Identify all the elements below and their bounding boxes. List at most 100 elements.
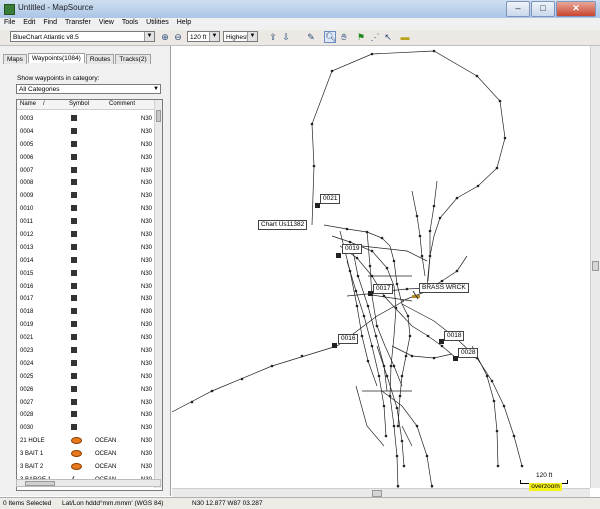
scroll-thumb[interactable] [156, 110, 161, 122]
waypoint-square-icon [71, 347, 77, 354]
list-item[interactable]: 21 HOLE OCEAN N30 [17, 435, 154, 448]
waypoint-comment: OCEAN [95, 438, 117, 445]
waypoint-square-icon [71, 153, 77, 160]
list-item[interactable]: 0009 N30 [17, 190, 154, 203]
list-item[interactable]: 3 BAIT 1 OCEAN N30 [17, 448, 154, 461]
scroll-thumb[interactable] [592, 261, 599, 271]
zoom-in-icon[interactable]: ⊕ [160, 32, 170, 42]
zoom-out-icon[interactable]: ⊖ [173, 32, 183, 42]
list-item[interactable]: 0010 N30 [17, 203, 154, 216]
list-item[interactable]: 0012 N30 [17, 229, 154, 242]
waypoint-latitude: N30 [141, 206, 153, 213]
waypoint-name: 3 BAIT 2 [20, 464, 44, 471]
map-product-select[interactable]: BlueChart Atlantic v8.5 ▼ [10, 31, 155, 42]
waypoint-latitude: N30 [141, 451, 153, 458]
menu-utilities[interactable]: Utilities [142, 18, 173, 30]
list-item[interactable]: 0025 N30 [17, 371, 154, 384]
list-item[interactable]: 0014 N30 [17, 255, 154, 268]
waypoint-name: 0011 [20, 219, 33, 226]
scroll-thumb[interactable] [25, 481, 55, 486]
map-label-0018[interactable]: 0018 [444, 331, 465, 341]
waypoint-square-icon [71, 308, 77, 315]
map-label-0021[interactable]: 0021 [320, 194, 341, 204]
send-to-device-icon[interactable]: ⇪ [268, 32, 278, 42]
tab-tracks[interactable]: Tracks(2) [115, 54, 151, 64]
maximize-button[interactable]: □ [531, 1, 555, 17]
list-item[interactable]: 0026 N30 [17, 384, 154, 397]
map-label-0017[interactable]: 0017 [373, 284, 394, 294]
list-item[interactable]: 3 BAIT 2 OCEAN N30 [17, 461, 154, 474]
select-arrow-icon[interactable]: ↖ [383, 32, 393, 42]
waypoint-latitude: N30 [141, 335, 153, 342]
waypoint-name: 0009 [20, 193, 34, 200]
minimize-button[interactable]: – [506, 1, 530, 17]
list-item[interactable]: 0015 N30 [17, 268, 154, 281]
map-view[interactable]: Chart Us11382 0021 0019 0017 0016 0018 0… [172, 46, 590, 488]
zoom-tool-icon[interactable]: 🔍︎ [324, 31, 336, 43]
list-item[interactable]: 0008 N30 [17, 177, 154, 190]
list-item[interactable]: 0024 N30 [17, 358, 154, 371]
close-button[interactable]: ✕ [556, 1, 596, 17]
route-tool-icon[interactable]: ⋰ [370, 32, 380, 42]
map-label-0016[interactable]: 0016 [338, 334, 359, 344]
waypoint-latitude: N30 [141, 348, 153, 355]
waypoint-latitude: N30 [141, 116, 153, 122]
list-item[interactable]: 0017 N30 [17, 293, 154, 306]
map-tool-icon[interactable]: ✎ [306, 32, 316, 42]
hand-tool-icon[interactable]: ✋︎ [339, 32, 349, 42]
menu-help[interactable]: Help [173, 18, 195, 30]
tab-waypoints[interactable]: Waypoints(1084) [27, 53, 85, 63]
map-label-brass-wreck[interactable]: BRASS WRCK [419, 283, 469, 293]
waypoint-list[interactable]: Name / Symbol Comment 0003 N30 0004 N30 0005… [16, 99, 163, 491]
menu-file[interactable]: File [0, 18, 19, 30]
waypoint-latitude: N30 [141, 373, 153, 380]
column-symbol[interactable]: Symbol [69, 101, 89, 107]
list-item[interactable]: 0028 N30 [17, 409, 154, 422]
list-item[interactable]: 0023 N30 [17, 345, 154, 358]
list-horizontal-scrollbar[interactable] [16, 479, 161, 487]
waypoint-name: 0010 [20, 206, 34, 213]
waypoint-name: 0008 [20, 180, 34, 187]
list-item[interactable]: 0027 N30 [17, 397, 154, 410]
list-item[interactable]: 0016 N30 [17, 281, 154, 294]
waypoint-name: 0026 [20, 386, 34, 393]
menu-edit[interactable]: Edit [19, 18, 39, 30]
list-item[interactable]: 0003 N30 [17, 113, 154, 126]
menu-transfer[interactable]: Transfer [61, 18, 95, 30]
scroll-thumb[interactable] [372, 490, 382, 497]
zoom-scale-select[interactable]: 120 ft ▼ [187, 31, 220, 42]
list-item[interactable]: 0011 N30 [17, 216, 154, 229]
list-item[interactable]: 0004 N30 [17, 126, 154, 139]
map-label-chart[interactable]: Chart Us11382 [258, 220, 308, 230]
menu-find[interactable]: Find [39, 18, 61, 30]
tab-routes[interactable]: Routes [85, 54, 115, 64]
list-item[interactable]: 0021 N30 [17, 332, 154, 345]
list-item[interactable]: 0006 N30 [17, 152, 154, 165]
list-item[interactable]: 0030 N30 [17, 422, 154, 435]
receive-from-device-icon[interactable]: ⇩ [281, 32, 291, 42]
fish-icon [71, 437, 82, 445]
measure-tool-icon[interactable]: ▬ [400, 32, 410, 42]
tab-maps[interactable]: Maps [3, 54, 27, 64]
waypoint-latitude: N30 [141, 438, 153, 445]
category-select[interactable]: All Categories ▼ [16, 84, 161, 94]
list-item[interactable]: 0007 N30 [17, 165, 154, 178]
map-label-0019[interactable]: 0019 [342, 244, 363, 254]
menu-tools[interactable]: Tools [118, 18, 142, 30]
menu-view[interactable]: View [95, 18, 118, 30]
list-item[interactable]: 0018 N30 [17, 306, 154, 319]
map-vertical-scrollbar[interactable] [590, 46, 600, 488]
list-item[interactable]: 0013 N30 [17, 242, 154, 255]
window-title: Untitled - MapSource [18, 3, 94, 12]
list-item[interactable]: 0005 N30 [17, 139, 154, 152]
list-vertical-scrollbar[interactable] [154, 100, 162, 488]
column-name[interactable]: Name [20, 101, 36, 107]
list-item[interactable]: 0019 N30 [17, 319, 154, 332]
map-label-0028[interactable]: 0028 [458, 348, 479, 358]
detail-select[interactable]: Highest ▼ [223, 31, 258, 42]
list-header: Name / Symbol Comment [17, 100, 154, 110]
waypoint-name: 0016 [20, 283, 34, 290]
column-comment[interactable]: Comment [109, 101, 135, 107]
waypoint-flag-icon[interactable]: ⚑ [356, 32, 366, 42]
chevron-down-icon: ▼ [209, 32, 219, 41]
